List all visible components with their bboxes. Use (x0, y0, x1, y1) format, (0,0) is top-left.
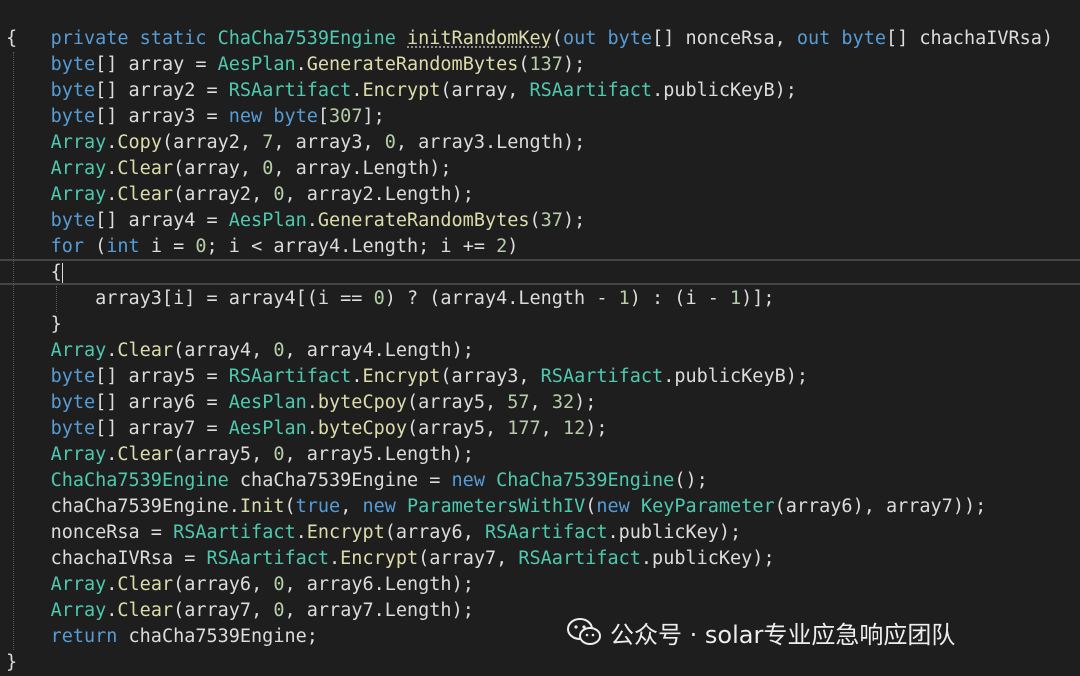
code-line-close-brace[interactable]: } (6, 650, 17, 676)
code-line[interactable]: chaCha7539Engine.Init(true, new Paramete… (6, 494, 987, 520)
watermark: 公众号 · solar专业应急响应团队 (566, 612, 955, 652)
keyword-out: out (796, 28, 831, 49)
code-line[interactable]: Array.Clear(array, 0, array.Length); (6, 156, 452, 182)
code-line[interactable]: byte[] array3 = new byte[307]; (6, 104, 385, 130)
code-line-loop-close-brace[interactable]: } (6, 312, 62, 338)
text-caret (61, 263, 63, 283)
watermark-text: 公众号 · solar专业应急响应团队 (610, 620, 956, 649)
keyword-byte: byte (607, 28, 653, 49)
method-name[interactable]: initRandomKey (407, 28, 552, 49)
code-line[interactable]: byte[] array5 = RSAartifact.Encrypt(arra… (6, 364, 808, 390)
code-line[interactable]: byte[] array7 = AesPlan.byteCpoy(array5,… (6, 416, 608, 442)
code-line[interactable]: array3[i] = array4[(i == 0) ? (array4.Le… (6, 286, 774, 312)
code-line[interactable]: Array.Clear(array7, 0, array7.Length); (6, 598, 474, 624)
keyword-static: static (139, 28, 207, 49)
code-line-for-loop[interactable]: for (int i = 0; i < array4.Length; i += … (6, 234, 519, 260)
keyword-byte: byte (841, 28, 886, 49)
code-line-return[interactable]: return chaCha7539Engine; (6, 624, 318, 650)
code-line[interactable]: byte[] array6 = AesPlan.byteCpoy(array5,… (6, 390, 597, 416)
code-line[interactable]: byte[] array4 = AesPlan.GenerateRandomBy… (6, 208, 586, 234)
code-line-loop-open-brace[interactable]: { (6, 260, 63, 286)
keyword-out: out (562, 28, 597, 49)
code-line-open-brace[interactable]: { (6, 26, 17, 52)
code-line[interactable]: ChaCha7539Engine chaCha7539Engine = new … (6, 468, 708, 494)
return-type: ChaCha7539Engine (217, 28, 396, 49)
code-editor[interactable]: private static ChaCha7539Engine initRand… (0, 0, 1080, 676)
code-line[interactable]: nonceRsa = RSAartifact.Encrypt(array6, R… (6, 520, 742, 546)
code-line[interactable]: Array.Clear(array6, 0, array6.Length); (6, 572, 474, 598)
code-line-method-signature[interactable]: private static ChaCha7539Engine initRand… (6, 0, 1054, 49)
code-line[interactable]: Array.Clear(array4, 0, array4.Length); (6, 338, 474, 364)
code-line[interactable]: Array.Clear(array2, 0, array2.Length); (6, 182, 474, 208)
code-line[interactable]: chachaIVRsa = RSAartifact.Encrypt(array7… (6, 546, 775, 572)
keyword-private: private (50, 28, 129, 49)
current-line-highlight (0, 259, 1080, 285)
wechat-icon (567, 618, 601, 645)
code-line[interactable]: Array.Clear(array5, 0, array5.Length); (6, 442, 474, 468)
code-line[interactable]: byte[] array2 = RSAartifact.Encrypt(arra… (6, 78, 797, 104)
code-line[interactable]: Array.Copy(array2, 7, array3, 0, array3.… (6, 130, 586, 156)
code-line[interactable]: byte[] array = AesPlan.GenerateRandomByt… (6, 52, 586, 78)
